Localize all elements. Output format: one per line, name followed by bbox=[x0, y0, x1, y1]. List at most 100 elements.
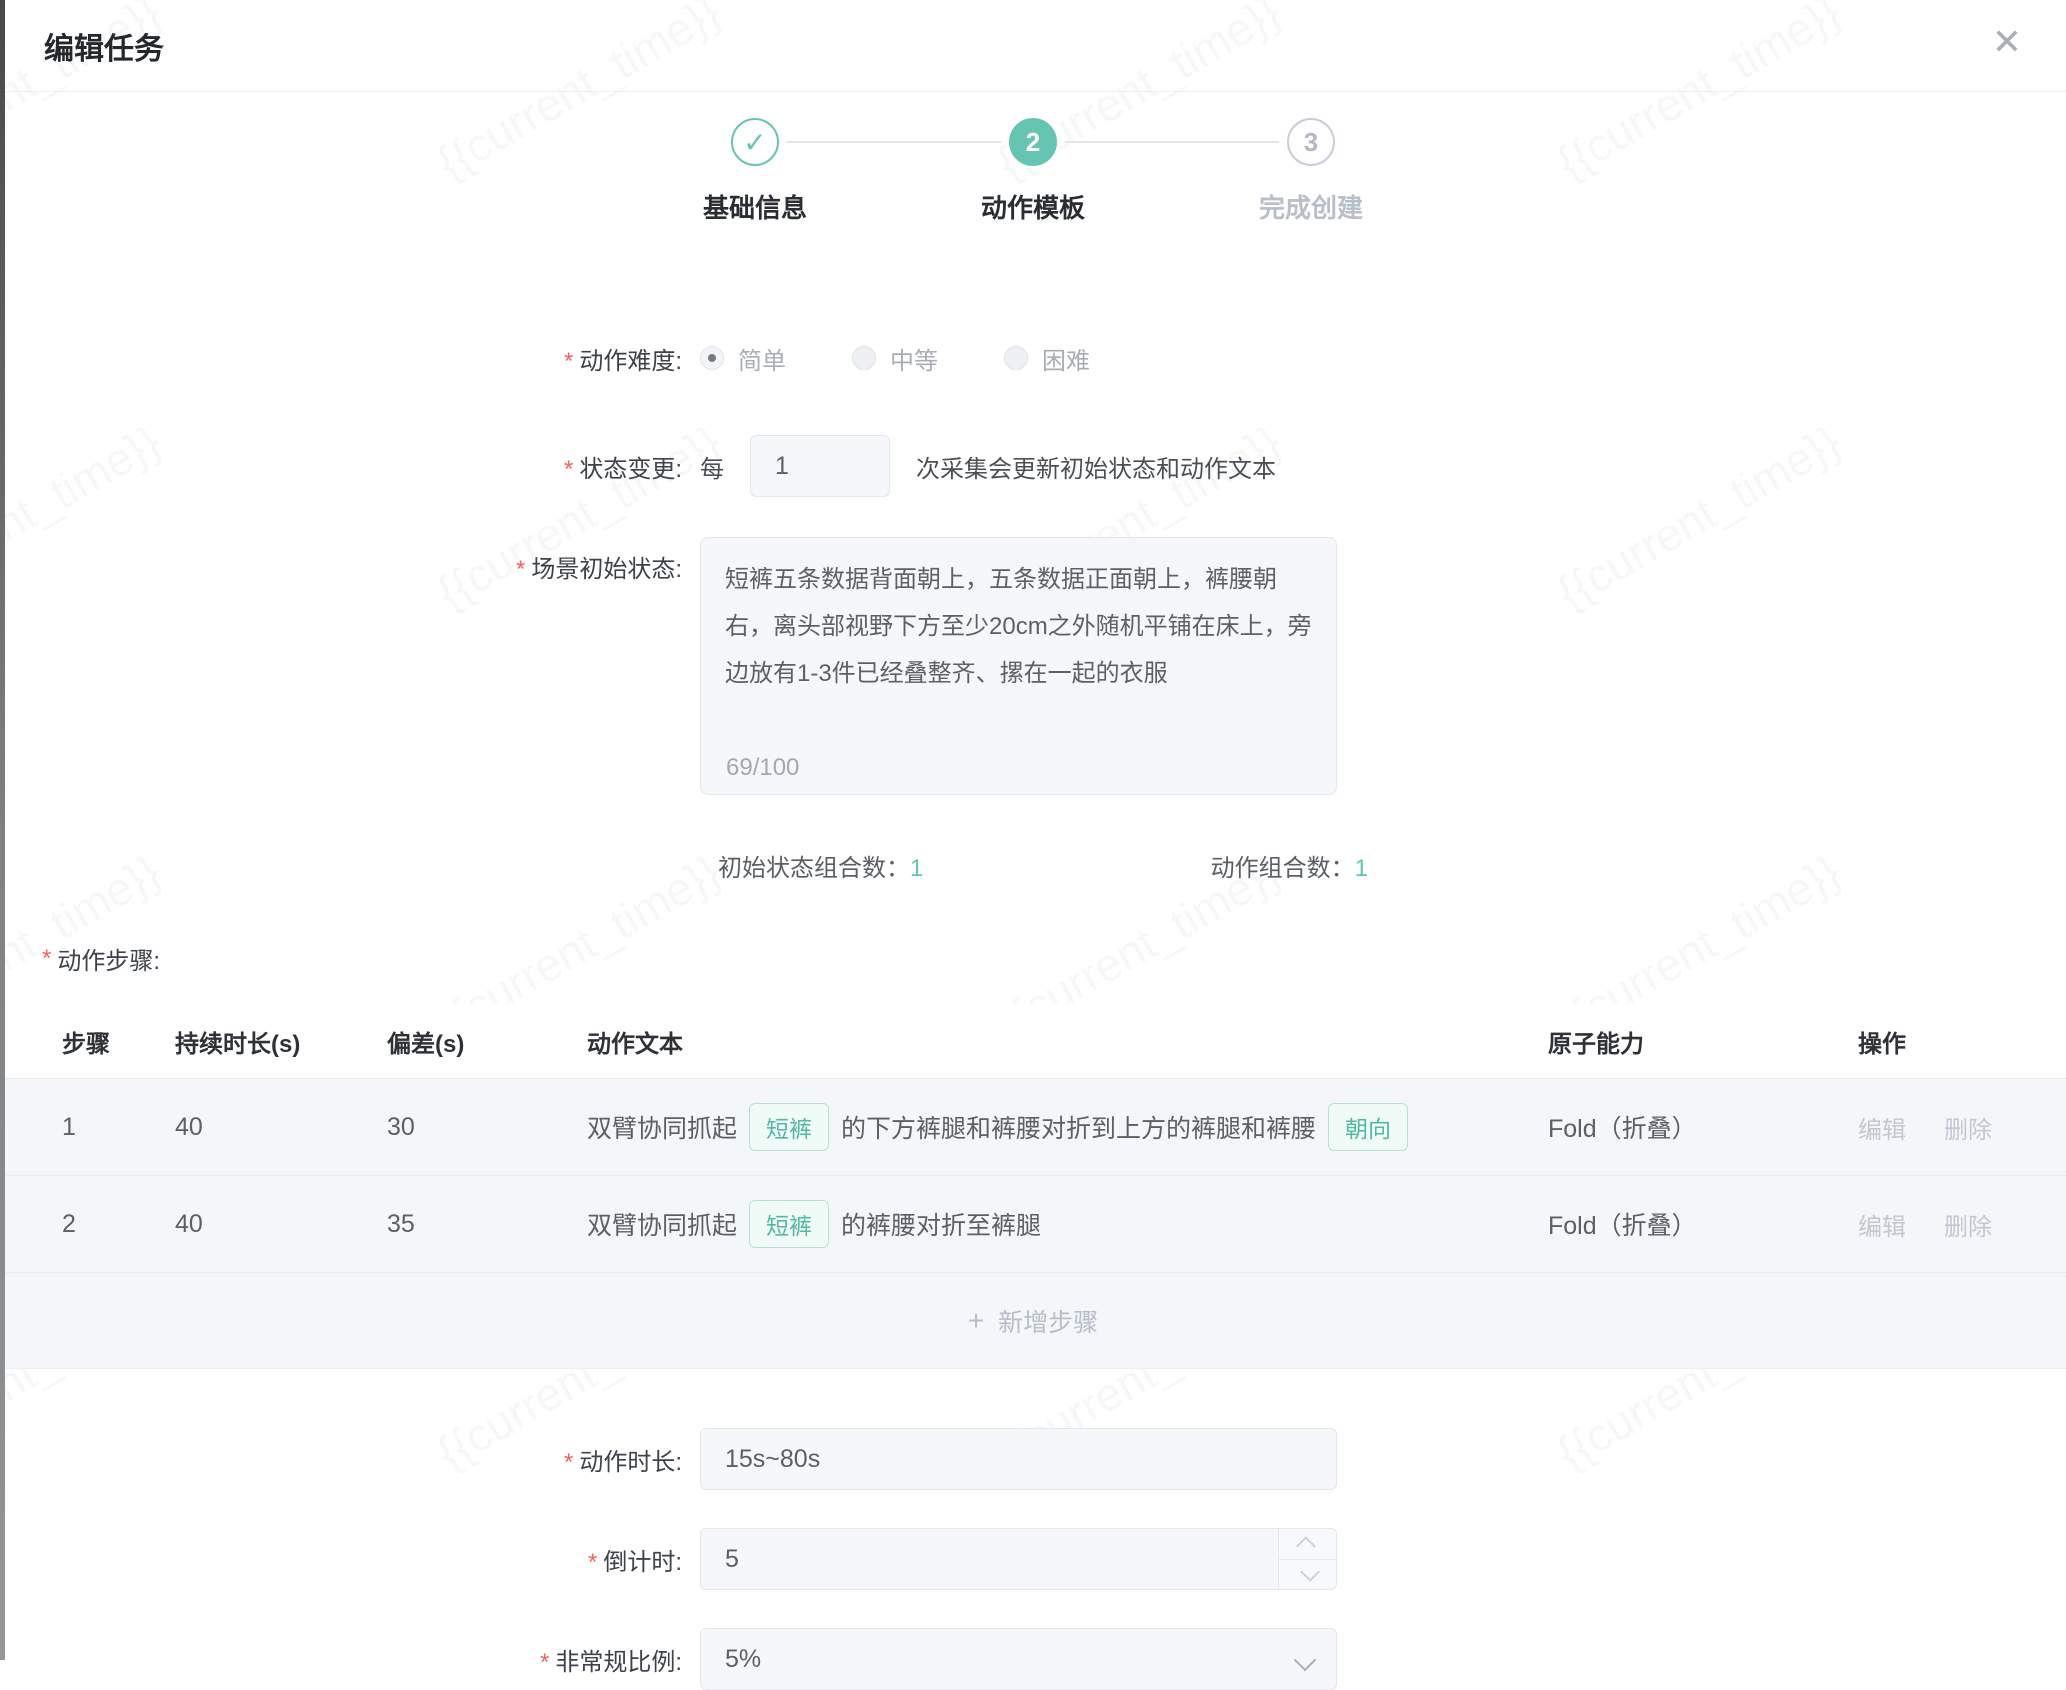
radio-circle[interactable] bbox=[1004, 346, 1028, 370]
stepper-step-basic-info: ✓ 基础信息 bbox=[616, 118, 894, 225]
action-combo-count: 动作组合数：1 bbox=[1211, 848, 1368, 883]
increase-button[interactable] bbox=[1279, 1529, 1336, 1559]
action-steps-label-row: * 动作步骤: bbox=[0, 941, 2066, 976]
table-header-row: 步骤 持续时长(s) 偏差(s) 动作文本 原子能力 操作 bbox=[0, 1004, 2066, 1079]
state-change-row: *状态变更: 每 次采集会更新初始状态和动作文本 bbox=[0, 435, 2066, 497]
required-asterisk: * bbox=[564, 456, 573, 483]
edit-button[interactable]: 编辑 bbox=[1858, 1110, 1906, 1145]
cell-step: 2 bbox=[0, 1210, 175, 1239]
cell-atomic-ability: Fold（折叠） bbox=[1548, 1109, 1858, 1145]
countdown-label: *倒计时: bbox=[0, 1542, 700, 1577]
initial-combo-count: 初始状态组合数：1 bbox=[718, 848, 923, 883]
state-change-input[interactable] bbox=[750, 435, 890, 497]
state-change-prefix: 每 bbox=[700, 449, 724, 484]
cell-step: 1 bbox=[0, 1113, 175, 1142]
required-asterisk: * bbox=[588, 1549, 597, 1576]
required-asterisk: * bbox=[564, 348, 573, 375]
required-asterisk: * bbox=[42, 945, 51, 973]
action-text-part: 的下方裤腿和裤腰对折到上方的裤腿和裤腰 bbox=[841, 1109, 1316, 1145]
cell-operations: 编辑 删除 bbox=[1858, 1207, 2066, 1242]
action-duration-input[interactable] bbox=[700, 1428, 1337, 1490]
radio-label: 困难 bbox=[1042, 341, 1090, 376]
table-row: 2 40 35 双臂协同抓起 短裤 的裤腰对折至裤腿 Fold（折叠） 编辑 删… bbox=[0, 1176, 2066, 1273]
delete-button[interactable]: 删除 bbox=[1944, 1110, 1992, 1145]
decrease-button[interactable] bbox=[1279, 1559, 1336, 1590]
plus-icon: + bbox=[968, 1305, 984, 1337]
required-asterisk: * bbox=[540, 1649, 549, 1676]
chevron-up-icon bbox=[1295, 1536, 1315, 1556]
dialog-header: 编辑任务 ✕ bbox=[0, 0, 2066, 92]
add-step-button[interactable]: + 新增步骤 bbox=[0, 1273, 2066, 1369]
radio-easy[interactable]: 简单 bbox=[700, 341, 786, 376]
radio-medium[interactable]: 中等 bbox=[852, 341, 938, 376]
delete-button[interactable]: 删除 bbox=[1944, 1207, 1992, 1242]
required-asterisk: * bbox=[516, 556, 525, 583]
edit-button[interactable]: 编辑 bbox=[1858, 1207, 1906, 1242]
object-tag: 短裤 bbox=[749, 1103, 829, 1151]
initial-combo-value: 1 bbox=[910, 855, 923, 882]
unusual-ratio-row: *非常规比例: 5% bbox=[0, 1628, 2066, 1690]
stepper-step-label: 完成创建 bbox=[1259, 188, 1363, 225]
state-change-suffix: 次采集会更新初始状态和动作文本 bbox=[916, 449, 1276, 484]
header-duration: 持续时长(s) bbox=[175, 1024, 387, 1059]
countdown-input[interactable] bbox=[700, 1528, 1337, 1590]
action-duration-label: *动作时长: bbox=[0, 1442, 700, 1477]
difficulty-row: *动作难度: 简单 中等 困难 bbox=[0, 337, 2066, 379]
radio-hard[interactable]: 困难 bbox=[1004, 341, 1090, 376]
number-spinner bbox=[1278, 1529, 1336, 1589]
check-icon: ✓ bbox=[731, 118, 779, 166]
action-steps-label: 动作步骤: bbox=[57, 941, 160, 976]
action-duration-row: *动作时长: bbox=[0, 1428, 2066, 1490]
step-number: 2 bbox=[1009, 118, 1057, 166]
step-number: 3 bbox=[1287, 118, 1335, 166]
radio-label: 中等 bbox=[890, 341, 938, 376]
orientation-tag: 朝向 bbox=[1328, 1103, 1408, 1151]
cell-operations: 编辑 删除 bbox=[1858, 1110, 2066, 1145]
stepper-step-label: 基础信息 bbox=[703, 188, 807, 225]
header-deviation: 偏差(s) bbox=[387, 1024, 587, 1059]
initial-state-row: *场景初始状态: 短裤五条数据背面朝上，五条数据正面朝上，裤腰朝右，离头部视野下… bbox=[0, 537, 2066, 800]
radio-label: 简单 bbox=[738, 341, 786, 376]
stepper: ✓ 基础信息 2 动作模板 3 完成创建 bbox=[616, 92, 1450, 225]
object-tag: 短裤 bbox=[749, 1200, 829, 1248]
stepper-step-finish: 3 完成创建 bbox=[1172, 118, 1450, 225]
unusual-ratio-select[interactable]: 5% bbox=[700, 1628, 1337, 1690]
radio-circle[interactable] bbox=[852, 346, 876, 370]
state-change-label: *状态变更: bbox=[0, 449, 700, 484]
stepper-line-2 bbox=[1065, 141, 1279, 143]
action-steps-table: 步骤 持续时长(s) 偏差(s) 动作文本 原子能力 操作 1 40 30 双臂… bbox=[0, 1004, 2066, 1369]
select-value[interactable]: 5% bbox=[700, 1628, 1337, 1690]
initial-state-label: *场景初始状态: bbox=[0, 537, 700, 584]
header-operations: 操作 bbox=[1858, 1024, 2066, 1059]
chevron-down-icon bbox=[1300, 1562, 1320, 1582]
action-text-part: 双臂协同抓起 bbox=[587, 1206, 737, 1242]
difficulty-radio-group: 简单 中等 困难 bbox=[700, 341, 1090, 376]
header-step: 步骤 bbox=[0, 1024, 175, 1059]
difficulty-label: *动作难度: bbox=[0, 341, 700, 376]
initial-state-box: 短裤五条数据背面朝上，五条数据正面朝上，裤腰朝右，离头部视野下方至少20cm之外… bbox=[700, 537, 1337, 800]
radio-circle-checked[interactable] bbox=[700, 346, 724, 370]
cell-action-text: 双臂协同抓起 短裤 的下方裤腿和裤腰对折到上方的裤腿和裤腰 朝向 bbox=[587, 1103, 1548, 1151]
stepper-step-label: 动作模板 bbox=[981, 188, 1085, 225]
unusual-ratio-label: *非常规比例: bbox=[0, 1642, 700, 1677]
cell-deviation: 35 bbox=[387, 1210, 587, 1239]
close-icon[interactable]: ✕ bbox=[1992, 24, 2022, 60]
stepper-step-action-template: 2 动作模板 bbox=[894, 118, 1172, 225]
stepper-line-1 bbox=[787, 141, 1001, 143]
countdown-number-input bbox=[700, 1528, 1337, 1590]
page-edge-strip bbox=[0, 0, 5, 1660]
table-row: 1 40 30 双臂协同抓起 短裤 的下方裤腿和裤腰对折到上方的裤腿和裤腰 朝向… bbox=[0, 1079, 2066, 1176]
char-counter: 69/100 bbox=[726, 754, 799, 782]
cell-duration: 40 bbox=[175, 1113, 387, 1142]
action-text-part: 双臂协同抓起 bbox=[587, 1109, 737, 1145]
action-combo-value: 1 bbox=[1355, 855, 1368, 882]
required-asterisk: * bbox=[564, 1449, 573, 1476]
dialog-title: 编辑任务 bbox=[44, 24, 164, 68]
cell-action-text: 双臂协同抓起 短裤 的裤腰对折至裤腿 bbox=[587, 1200, 1548, 1248]
add-step-label: 新增步骤 bbox=[998, 1303, 1098, 1339]
cell-duration: 40 bbox=[175, 1210, 387, 1239]
cell-deviation: 30 bbox=[387, 1113, 587, 1142]
cell-atomic-ability: Fold（折叠） bbox=[1548, 1206, 1858, 1242]
header-action-text: 动作文本 bbox=[587, 1024, 1548, 1059]
combo-counts-row: 初始状态组合数：1 动作组合数：1 bbox=[0, 848, 2066, 883]
